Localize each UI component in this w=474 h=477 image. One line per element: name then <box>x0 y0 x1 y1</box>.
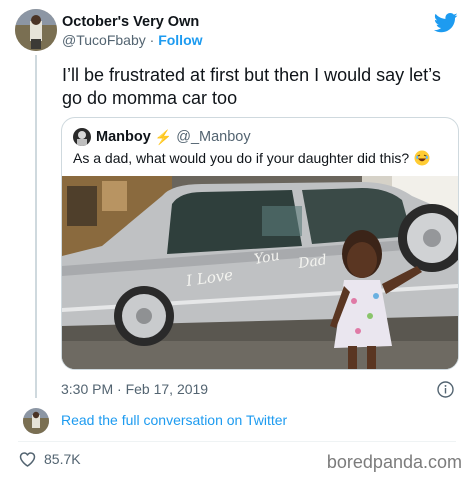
author-avatar-small[interactable] <box>23 408 49 434</box>
quoted-author-avatar <box>73 128 91 146</box>
quoted-author-name: Manboy <box>96 129 151 145</box>
quoted-tweet-text-row: As a dad, what would you do if your daug… <box>73 150 430 166</box>
boredpanda-watermark: boredpanda.com <box>326 452 462 472</box>
author-name[interactable]: October's Very Own <box>62 14 199 30</box>
thread-line <box>35 55 37 398</box>
divider <box>18 441 456 442</box>
quoted-tweet-card[interactable]: Manboy ⚡ @_Manboy As a dad, what would y… <box>61 117 459 370</box>
author-handle[interactable]: @TucoFbaby <box>62 32 146 48</box>
separator-dot: · <box>149 32 155 48</box>
heart-icon[interactable] <box>19 451 36 468</box>
author-avatar[interactable] <box>15 9 57 51</box>
info-icon[interactable] <box>437 381 454 398</box>
tweet-text: I’ll be frustrated at first but then I w… <box>62 65 441 108</box>
author-handle-row: @TucoFbaby · Follow <box>62 32 203 48</box>
tweet-timestamp[interactable]: 3:30 PM · Feb 17, 2019 <box>61 381 208 397</box>
like-count: 85.7K <box>44 451 81 467</box>
follow-button[interactable]: Follow <box>158 32 202 48</box>
quoted-tweet-header: Manboy ⚡ @_Manboy <box>73 127 251 147</box>
twitter-bird-icon[interactable] <box>433 13 458 33</box>
read-conversation-link[interactable]: Read the full conversation on Twitter <box>61 412 287 428</box>
quoted-tweet-text: As a dad, what would you do if your daug… <box>73 150 410 166</box>
laughing-emoji-icon <box>414 150 430 166</box>
quoted-author-handle: @_Manboy <box>176 129 251 145</box>
quoted-tweet-photo[interactable]: I Love You Dad <box>62 176 458 369</box>
lightning-icon: ⚡ <box>154 128 173 145</box>
